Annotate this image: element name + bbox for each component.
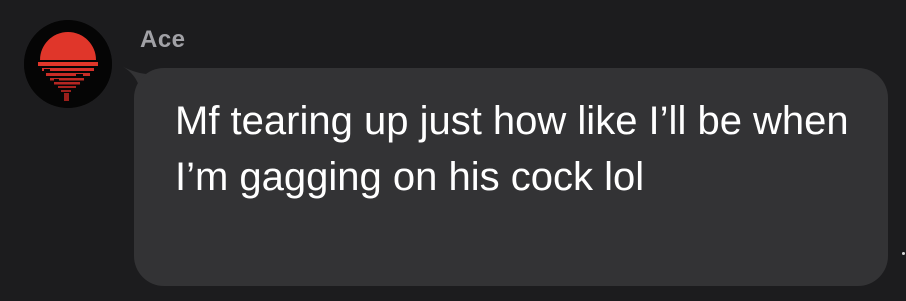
sender-name: Ace bbox=[140, 26, 186, 53]
red-sunset-reflection-icon bbox=[24, 20, 112, 108]
message-text: Mf tearing up just how like I’ll be when… bbox=[175, 99, 849, 199]
edge-dot bbox=[902, 252, 905, 255]
avatar[interactable] bbox=[24, 20, 112, 108]
message-thread: Ace Mf tearing up just how like I’ll be … bbox=[0, 0, 906, 301]
